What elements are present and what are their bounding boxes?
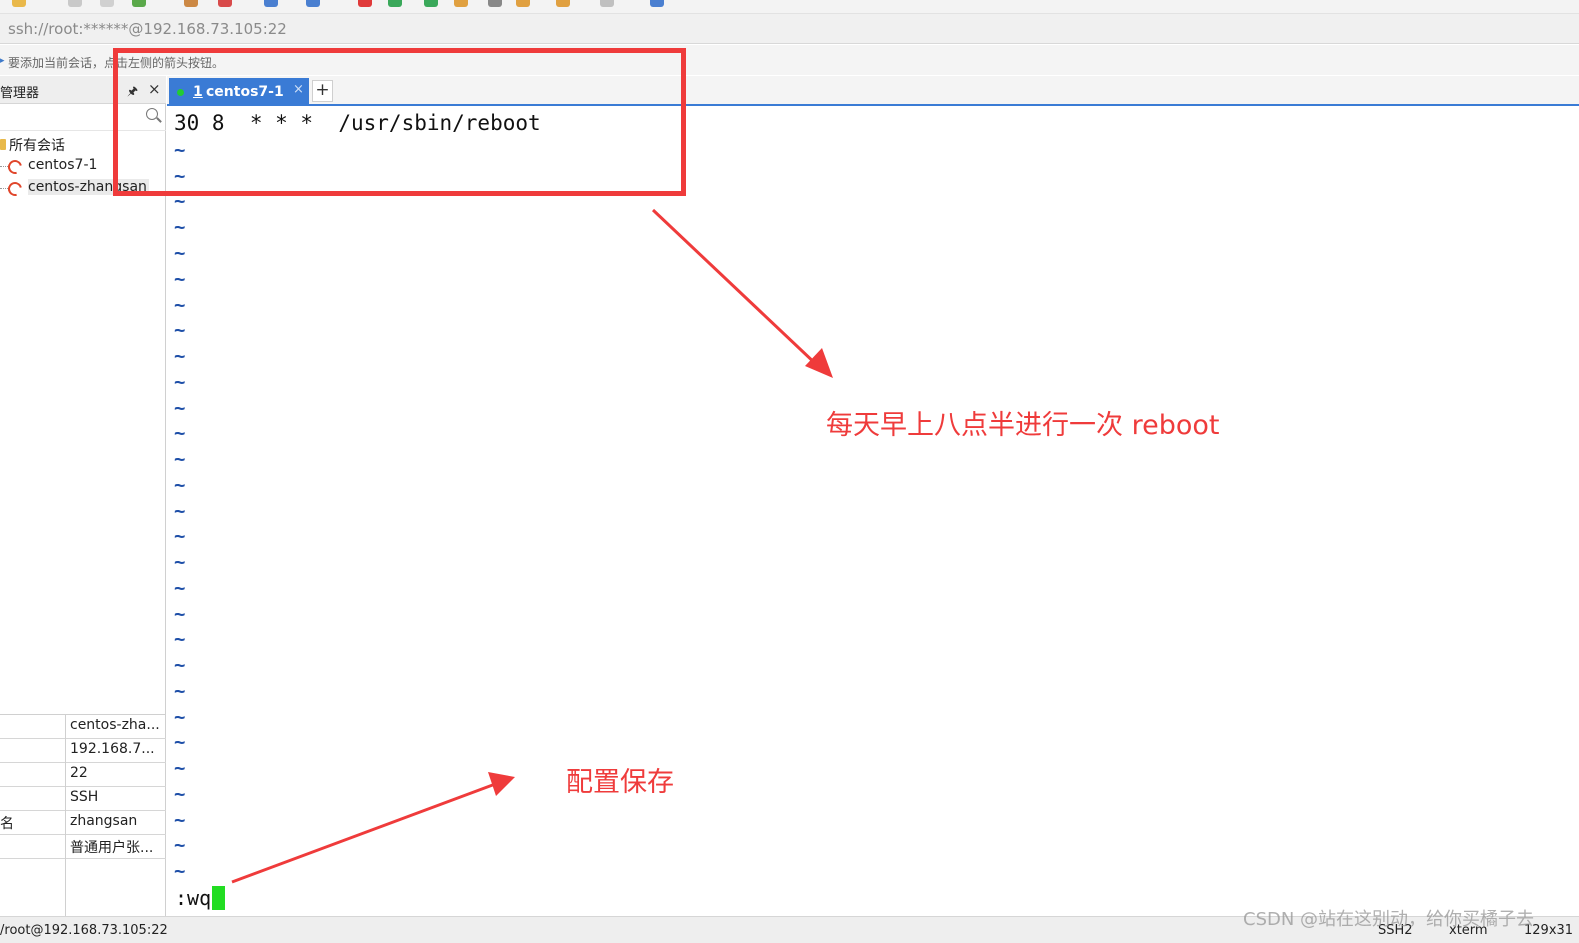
- annotation-save-note: 配置保存: [566, 767, 674, 798]
- watermark: CSDN @站在这别动，给你买橘子去: [1243, 909, 1535, 930]
- arrow-line: [231, 781, 499, 884]
- arrow-to-save-note: [231, 772, 515, 884]
- arrow-line: [651, 208, 820, 368]
- annotation-arrows: [231, 208, 833, 884]
- annotation-reboot-note: 每天早上八点半进行一次 reboot: [826, 410, 1220, 441]
- arrow-to-reboot-note: [651, 208, 833, 378]
- status-host: /root@192.168.73.105:22: [0, 923, 168, 938]
- arrow-head: [805, 348, 833, 378]
- arrow-head: [488, 772, 515, 796]
